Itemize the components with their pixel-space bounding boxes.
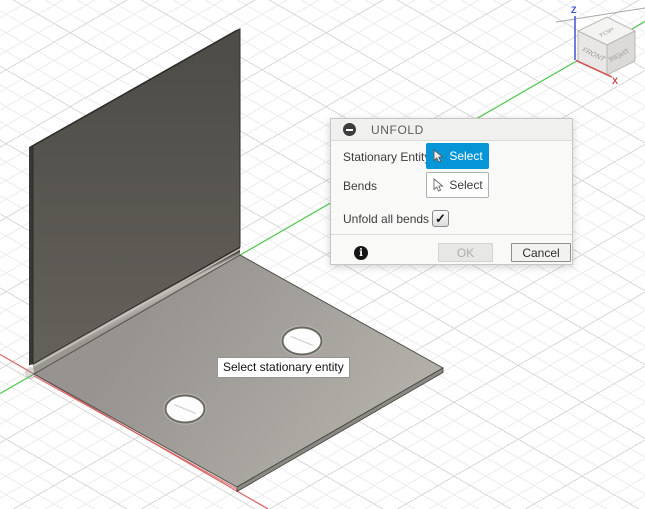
dialog-separator [331, 234, 572, 235]
info-icon[interactable]: i [354, 246, 368, 260]
cursor-tooltip: Select stationary entity [217, 357, 350, 378]
unfold-all-bends-label: Unfold all bends [343, 212, 429, 226]
cursor-arrow-icon [432, 178, 445, 192]
viewport[interactable]: Select stationary entity UNFOLD Stationa… [0, 0, 645, 509]
cancel-button[interactable]: Cancel [511, 243, 571, 262]
hole-top-right[interactable] [281, 326, 323, 356]
select-button-label: Select [449, 178, 482, 192]
stationary-entity-label: Stationary Entity [343, 150, 430, 164]
info-glyph: i [359, 248, 363, 259]
checkmark-icon: ✓ [435, 211, 446, 227]
dialog-titlebar[interactable]: UNFOLD [331, 119, 572, 141]
unfold-dialog[interactable]: UNFOLD Stationary Entity Select Bends Se… [330, 118, 573, 265]
unfold-all-bends-checkbox[interactable]: ✓ [432, 210, 449, 227]
dialog-title: UNFOLD [371, 123, 424, 137]
viewcube-z-label: Z [571, 5, 577, 15]
bends-select-button[interactable]: Select [426, 172, 489, 198]
wall-side-edge[interactable] [29, 146, 33, 366]
viewcube-x-label: X [612, 76, 618, 86]
bends-label: Bends [343, 179, 377, 193]
select-button-label: Select [449, 149, 482, 163]
cursor-arrow-icon [432, 149, 445, 163]
hole-bottom-left[interactable] [164, 394, 206, 424]
viewcube[interactable]: TOP FRONT RIGHT Z X [550, 0, 645, 90]
ok-button[interactable]: OK [438, 243, 493, 262]
collapse-icon[interactable] [343, 123, 356, 136]
stationary-entity-select-button[interactable]: Select [426, 143, 489, 169]
